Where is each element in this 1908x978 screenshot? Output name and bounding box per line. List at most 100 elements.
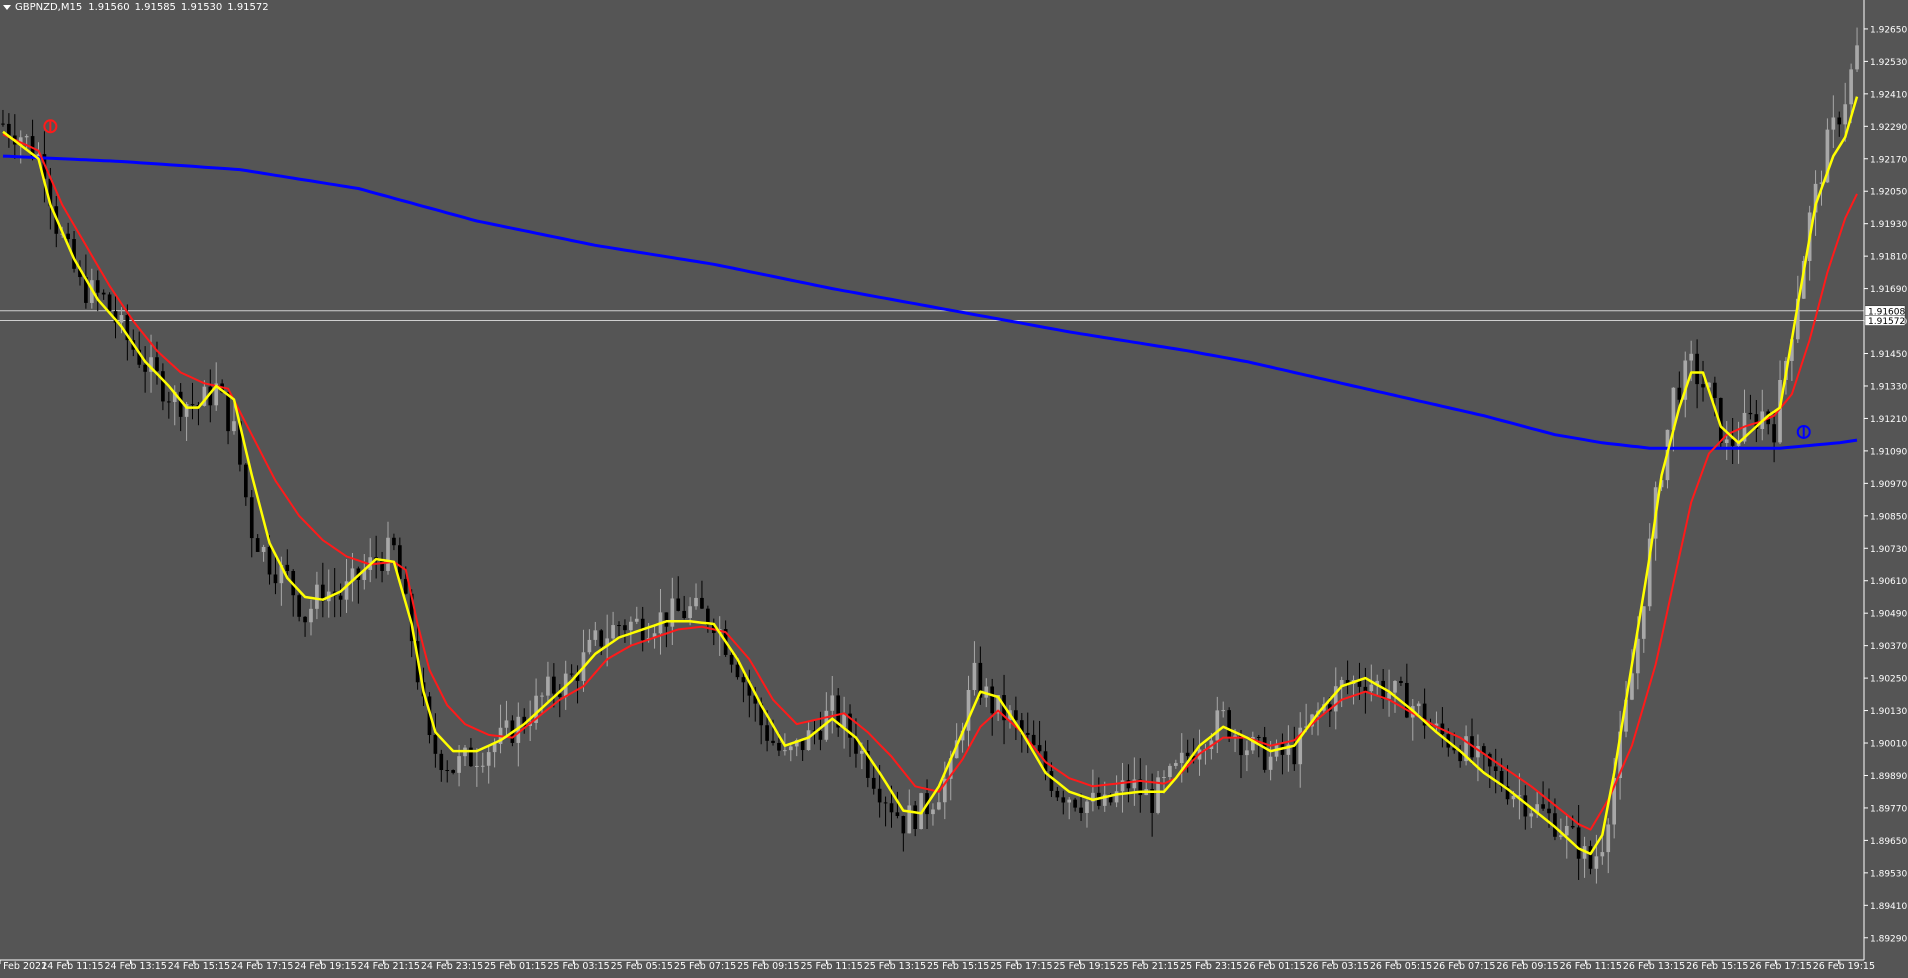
y-tick-label: 1.90490 xyxy=(1870,610,1907,620)
candle-body xyxy=(1114,791,1119,803)
candle-body xyxy=(765,725,769,741)
candle xyxy=(107,292,112,313)
candle-body xyxy=(1695,353,1699,385)
candle-body xyxy=(540,695,544,697)
candle-body xyxy=(232,421,236,432)
candle-body xyxy=(676,598,681,611)
y-tick-label: 1.92650 xyxy=(1870,25,1907,35)
candle-body xyxy=(907,805,912,834)
quote-low: 1.91530 xyxy=(180,1,223,13)
candle-body xyxy=(190,404,195,406)
x-tick-label: 24 Feb 21:15 xyxy=(358,961,420,972)
candle-body xyxy=(1564,825,1569,836)
candle-body xyxy=(1393,680,1397,693)
y-tick-label: 1.90970 xyxy=(1870,480,1907,490)
candle-body xyxy=(1061,797,1066,803)
candle-body xyxy=(877,788,882,803)
candle-body xyxy=(1256,736,1261,738)
candle-body xyxy=(1073,799,1077,808)
y-tick-label: 1.89890 xyxy=(1870,772,1907,782)
y-tick-label: 1.91450 xyxy=(1870,350,1907,360)
candle-body xyxy=(1529,813,1534,817)
candle-body xyxy=(226,392,230,432)
candle-body xyxy=(611,625,615,639)
candle-body xyxy=(95,280,100,293)
candle-body xyxy=(1701,384,1705,388)
candle-body xyxy=(1221,710,1226,712)
candle-body xyxy=(617,625,621,627)
x-tick-label: 24 Feb 2021 xyxy=(0,961,47,972)
candle-body xyxy=(1215,710,1220,741)
candle-body xyxy=(1067,799,1072,803)
candle-body xyxy=(1031,734,1036,746)
y-tick-label: 1.91930 xyxy=(1870,220,1907,230)
candle-body xyxy=(1576,827,1581,859)
x-tick-label: 25 Feb 09:15 xyxy=(737,961,799,972)
candle-body xyxy=(1292,744,1297,765)
y-tick-label: 1.90610 xyxy=(1870,577,1907,587)
x-tick-label: 25 Feb 13:15 xyxy=(864,961,926,972)
y-tick-label: 1.91210 xyxy=(1870,415,1907,425)
symbol-timeframe: GBPNZD,M15 xyxy=(15,1,83,13)
y-tick-label: 1.92050 xyxy=(1870,188,1907,198)
x-tick-label: 26 Feb 07:15 xyxy=(1433,961,1495,972)
candle-body xyxy=(729,654,734,665)
candle-body xyxy=(1268,756,1273,770)
candle-body xyxy=(433,735,438,754)
y-tick-label: 1.89290 xyxy=(1870,934,1907,944)
candle-body xyxy=(1487,753,1492,767)
candle-body xyxy=(107,294,112,312)
candle-body xyxy=(1055,790,1060,798)
quote-close: 1.91572 xyxy=(227,1,269,13)
x-axis-ticks: 24 Feb 202124 Feb 11:1524 Feb 13:1524 Fe… xyxy=(0,960,1875,972)
x-tick-label: 25 Feb 07:15 xyxy=(674,961,736,972)
chart-background xyxy=(0,0,1908,974)
candle-body xyxy=(688,606,692,619)
y-tick-label: 1.91090 xyxy=(1870,447,1907,457)
candle-body xyxy=(700,597,704,609)
price-label-text: 1.91572 xyxy=(1868,317,1905,327)
x-tick-label: 26 Feb 05:15 xyxy=(1370,961,1432,972)
candle-body xyxy=(783,750,787,752)
candle-body xyxy=(771,740,775,743)
x-tick-label: 26 Feb 19:15 xyxy=(1813,961,1875,972)
candle-body xyxy=(1511,795,1516,800)
candle-body xyxy=(634,618,639,622)
collapse-triangle-icon[interactable] xyxy=(3,4,11,10)
candle-body xyxy=(1173,763,1178,766)
candle-body xyxy=(1179,752,1184,764)
candle-body xyxy=(475,765,479,767)
y-tick-label: 1.92530 xyxy=(1870,58,1907,68)
x-tick-label: 25 Feb 11:15 xyxy=(800,961,862,972)
candle-body xyxy=(101,292,106,295)
candle-body xyxy=(1724,439,1729,443)
candle-body xyxy=(1493,766,1498,771)
candle-body xyxy=(1014,710,1018,721)
candle-body xyxy=(267,546,272,575)
chart-area[interactable]: 1.92650 1.92530 1.92410 1.92290 1.92170 1.920… xyxy=(0,0,1908,974)
candle-body xyxy=(1689,353,1694,361)
candle-body xyxy=(1541,804,1545,809)
y-tick-label: 1.91810 xyxy=(1870,253,1907,263)
candle-body xyxy=(1641,606,1646,639)
candle-body xyxy=(937,802,941,810)
candle-body xyxy=(1849,69,1853,105)
candle-body xyxy=(285,564,290,571)
candle-body xyxy=(587,639,592,653)
candle-body xyxy=(883,802,888,804)
candle-body xyxy=(445,770,450,772)
candle-body xyxy=(735,664,740,678)
y-tick-label: 1.92410 xyxy=(1870,90,1907,100)
y-tick-label: 1.92290 xyxy=(1870,123,1907,133)
candle-body xyxy=(161,371,165,402)
candle-body xyxy=(1588,846,1593,869)
candle-body xyxy=(1547,808,1551,814)
price-chart[interactable]: 1.92650 1.92530 1.92410 1.92290 1.92170 1.920… xyxy=(0,0,1908,974)
y-tick-label: 1.90250 xyxy=(1870,675,1907,685)
candle-body xyxy=(1606,824,1611,853)
x-tick-label: 25 Feb 05:15 xyxy=(611,961,673,972)
x-tick-label: 25 Feb 01:15 xyxy=(484,961,546,972)
x-tick-label: 24 Feb 17:15 xyxy=(231,961,293,972)
candle-body xyxy=(990,686,995,714)
candle-body xyxy=(1162,777,1166,779)
